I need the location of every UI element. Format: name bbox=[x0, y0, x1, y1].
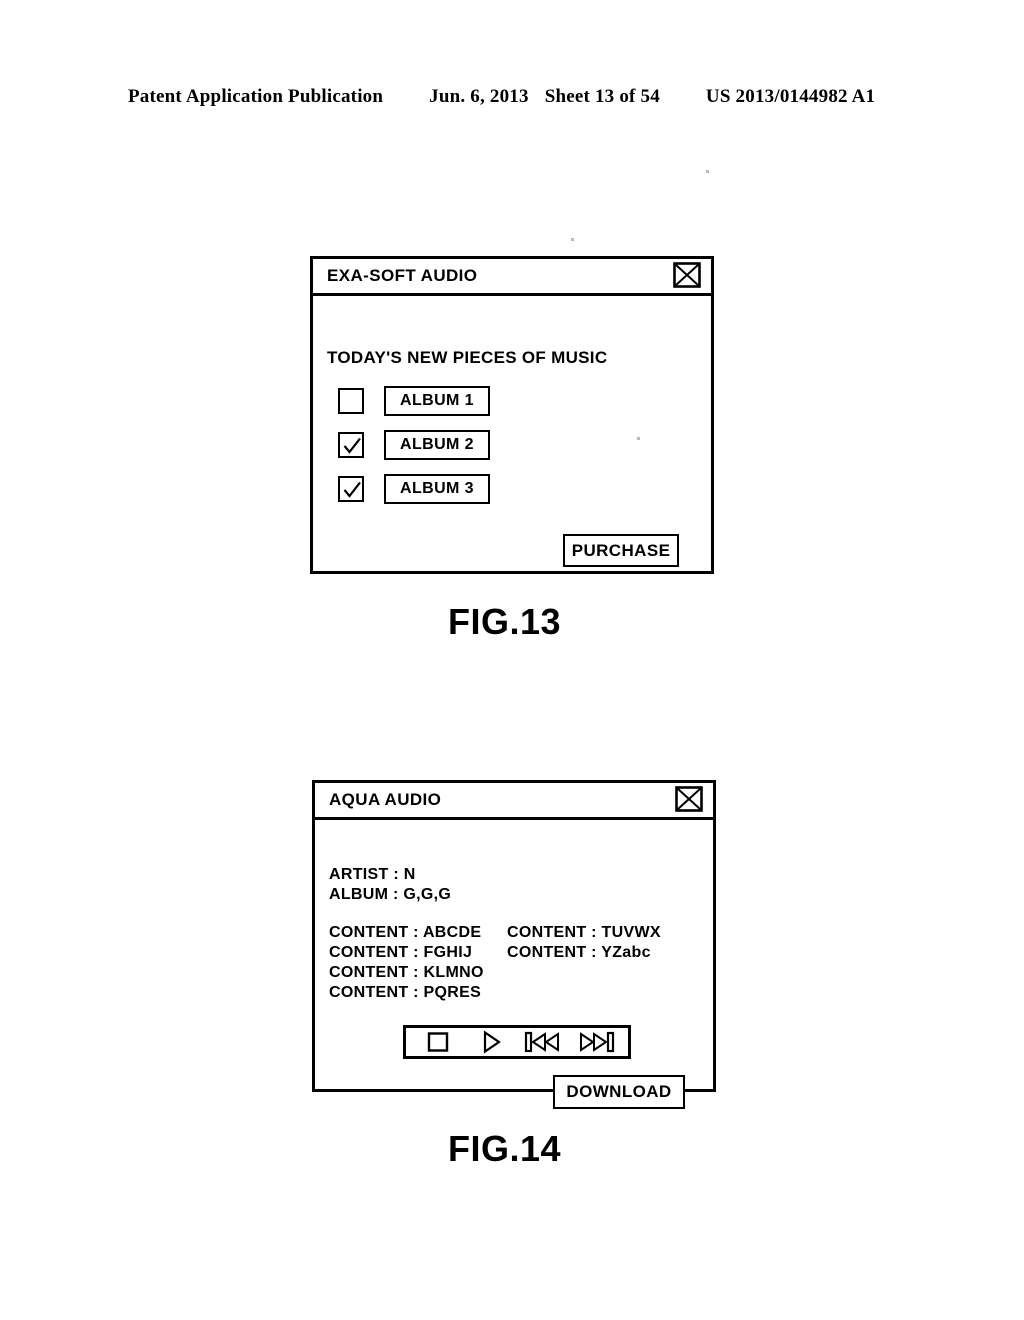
album-row: ALBUM 3 bbox=[338, 474, 490, 504]
figure-caption-14: FIG.14 bbox=[448, 1128, 562, 1169]
album-button[interactable]: ALBUM 1 bbox=[384, 386, 490, 416]
publication-date: Jun. 6, 2013 bbox=[429, 86, 529, 107]
content-item[interactable]: CONTENT : ABCDE bbox=[329, 923, 507, 943]
window-title: EXA-SOFT AUDIO bbox=[327, 266, 478, 285]
album-row: ALBUM 1 bbox=[338, 386, 490, 416]
patent-number: US 2013/0144982 A1 bbox=[705, 86, 876, 107]
previous-icon[interactable] bbox=[523, 1030, 563, 1054]
content-item-empty bbox=[507, 963, 661, 983]
content-item[interactable]: CONTENT : TUVWX bbox=[507, 923, 661, 943]
window-body: ARTIST : N ALBUM : G,G,G CONTENT : ABCDE… bbox=[315, 820, 713, 1109]
content-item-empty bbox=[507, 983, 661, 1003]
purchase-button[interactable]: PURCHASE bbox=[563, 534, 679, 567]
patent-page-header: Patent Application Publication Jun. 6, 2… bbox=[128, 86, 896, 108]
artist-line: ARTIST : N bbox=[329, 866, 416, 883]
album-button[interactable]: ALBUM 3 bbox=[384, 474, 490, 504]
scan-artifact bbox=[571, 238, 574, 241]
next-icon[interactable] bbox=[576, 1030, 616, 1054]
album-checkbox-checked[interactable] bbox=[338, 432, 364, 458]
content-item[interactable]: CONTENT : FGHIJ bbox=[329, 943, 507, 963]
album-checkbox-checked[interactable] bbox=[338, 476, 364, 502]
content-item[interactable]: CONTENT : KLMNO bbox=[329, 963, 507, 983]
content-list: CONTENT : ABCDE CONTENT : TUVWX CONTENT … bbox=[329, 923, 661, 1003]
window-body: TODAY'S NEW PIECES OF MUSIC ALBUM 1 ALBU… bbox=[313, 296, 711, 571]
stop-icon[interactable] bbox=[418, 1030, 458, 1054]
close-box-x-icon[interactable] bbox=[675, 786, 703, 812]
exa-soft-audio-window: EXA-SOFT AUDIO TODAY'S NEW PIECES OF MUS… bbox=[310, 256, 714, 574]
play-icon[interactable] bbox=[471, 1030, 511, 1054]
window-title: AQUA AUDIO bbox=[329, 790, 442, 809]
track-metadata: ARTIST : N ALBUM : G,G,G bbox=[329, 865, 451, 905]
playback-transport-bar bbox=[403, 1025, 631, 1059]
sheet-number: Sheet 13 of 54 bbox=[544, 86, 660, 107]
aqua-audio-window: AQUA AUDIO ARTIST : N ALBUM : G,G,G CONT… bbox=[312, 780, 716, 1109]
figure-caption-13: FIG.13 bbox=[448, 601, 562, 642]
section-heading: TODAY'S NEW PIECES OF MUSIC bbox=[327, 348, 608, 367]
close-box-x-icon[interactable] bbox=[673, 262, 701, 288]
album-row: ALBUM 2 bbox=[338, 430, 490, 460]
content-item[interactable]: CONTENT : YZabc bbox=[507, 943, 661, 963]
content-item[interactable]: CONTENT : PQRES bbox=[329, 983, 507, 1003]
scan-artifact bbox=[706, 170, 709, 173]
album-checkbox-unchecked[interactable] bbox=[338, 388, 364, 414]
download-button[interactable]: DOWNLOAD bbox=[553, 1075, 685, 1109]
album-line: ALBUM : G,G,G bbox=[329, 886, 452, 903]
window-titlebar: EXA-SOFT AUDIO bbox=[313, 259, 711, 296]
publication-label: Patent Application Publication bbox=[128, 86, 384, 107]
scan-artifact bbox=[637, 437, 640, 440]
album-button[interactable]: ALBUM 2 bbox=[384, 430, 490, 460]
window-titlebar: AQUA AUDIO bbox=[315, 783, 713, 820]
